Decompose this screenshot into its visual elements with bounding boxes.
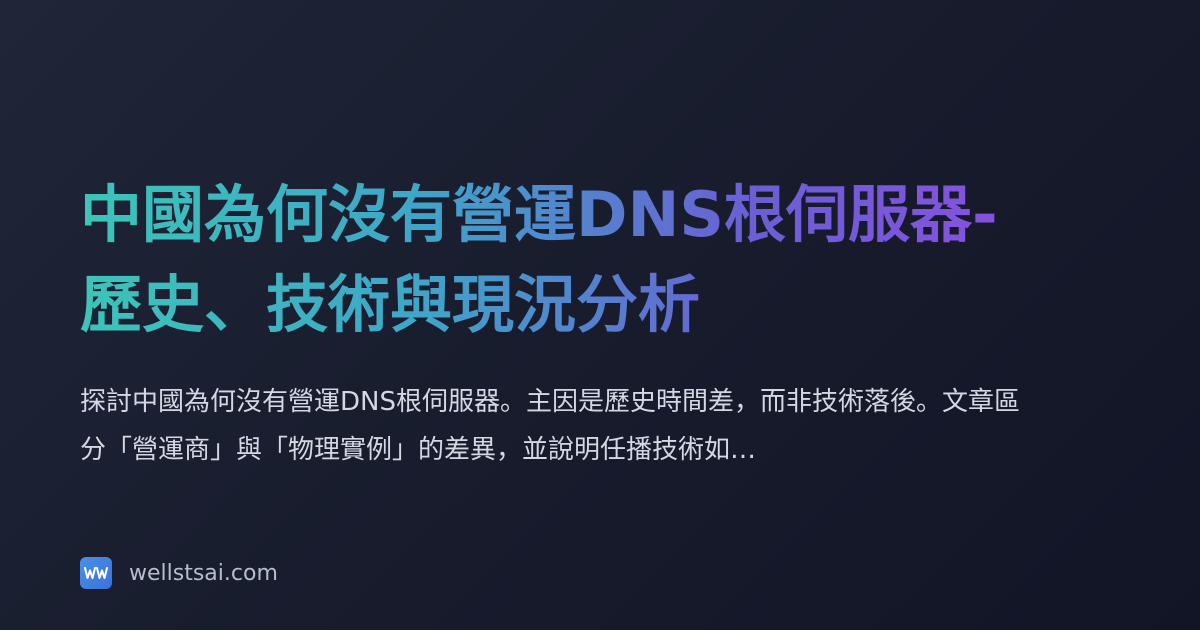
site-domain: wellstsai.com: [129, 560, 278, 586]
og-card: 中國為何沒有營運DNS根伺服器-歷史、技術與現況分析 探討中國為何沒有營運DNS…: [0, 0, 1200, 630]
ww-logo-icon: [80, 557, 112, 589]
article-description: 探討中國為何沒有營運DNS根伺服器。主因是歷史時間差，而非技術落後。文章區分「營…: [80, 387, 1020, 465]
page-title: 中國為何沒有營運DNS根伺服器-歷史、技術與現況分析: [80, 170, 1040, 350]
site-brand: wellstsai.com: [80, 557, 278, 589]
